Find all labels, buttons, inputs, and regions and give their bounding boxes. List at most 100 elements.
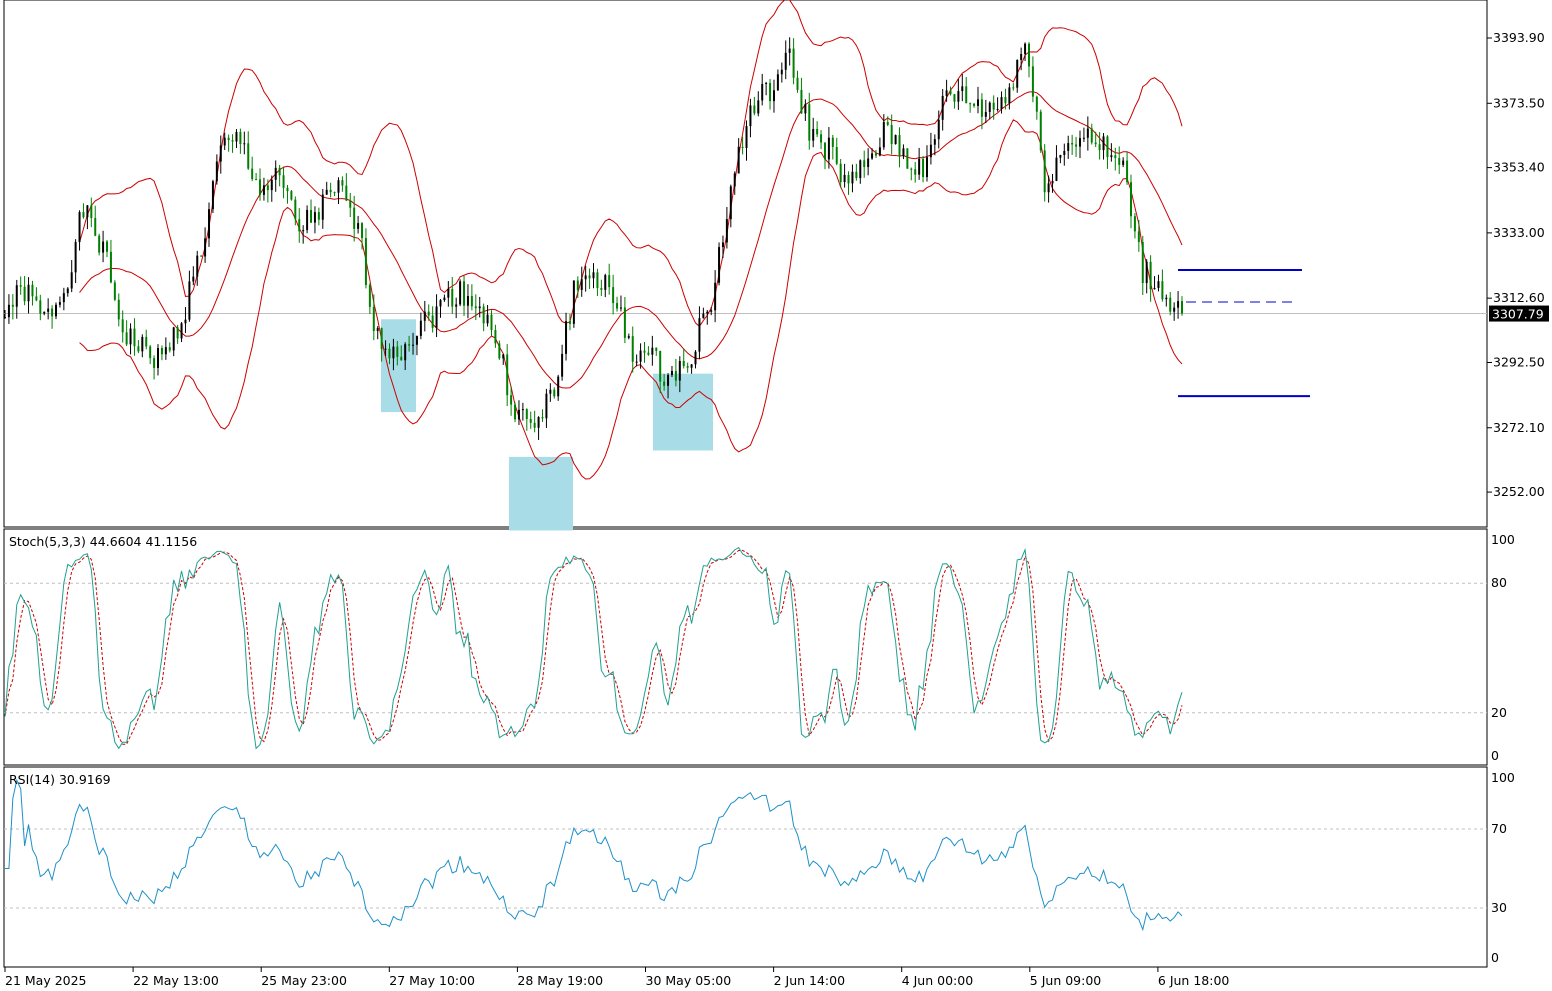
candle-body xyxy=(510,395,513,405)
candle-body xyxy=(223,137,226,146)
candle-body xyxy=(706,311,709,314)
candle-body xyxy=(812,128,815,141)
candle-body xyxy=(180,323,183,339)
candle-body xyxy=(721,242,724,248)
candle-body xyxy=(765,82,768,84)
candle-body xyxy=(1165,297,1168,300)
candle-body xyxy=(823,142,826,160)
candle-body xyxy=(851,171,854,184)
candle-body xyxy=(408,344,411,346)
candle-body xyxy=(1090,128,1093,143)
candle-body xyxy=(772,90,775,102)
candle-body xyxy=(204,238,207,257)
candle-body xyxy=(435,306,438,328)
rsi-tick-label: 30 xyxy=(1491,900,1507,915)
candle-body xyxy=(325,189,328,195)
time-tick-label: 25 May 23:00 xyxy=(261,973,347,988)
price-tick-label: 3353.40 xyxy=(1493,160,1545,175)
candle-body xyxy=(776,74,779,91)
candle-body xyxy=(906,148,909,169)
chart-canvas[interactable]: 3393.90 3373.50 3353.40 3333.00 3312.60 3292.… xyxy=(0,0,1552,991)
candle-body xyxy=(400,356,403,361)
candle-body xyxy=(859,160,862,179)
candle-body xyxy=(361,223,364,239)
candle-body xyxy=(211,181,214,210)
candle-body xyxy=(725,219,728,243)
candle-body xyxy=(596,272,599,289)
candle-body xyxy=(957,91,960,102)
candle-body xyxy=(55,304,58,317)
candle-body xyxy=(525,409,528,419)
candle-body xyxy=(466,296,469,306)
rsi-label: RSI(14) 30.9169 xyxy=(9,772,111,787)
candle-body xyxy=(741,146,744,148)
rsi-panel xyxy=(3,766,1488,968)
candle-body xyxy=(98,235,101,253)
candle-body xyxy=(1004,97,1007,104)
candle-body xyxy=(863,160,866,168)
candle-body xyxy=(1059,154,1062,158)
candle-body xyxy=(663,381,666,386)
support-zone xyxy=(509,456,573,531)
candle-body xyxy=(153,358,156,368)
candle-body xyxy=(306,209,309,231)
candle-body xyxy=(616,303,619,309)
candle-body xyxy=(51,308,54,317)
candle-body xyxy=(1114,155,1117,158)
candle-body xyxy=(816,128,819,135)
candle-body xyxy=(1039,111,1042,151)
candle-body xyxy=(141,336,144,352)
candle-body xyxy=(1122,160,1125,165)
stoch-tick-label: 0 xyxy=(1491,748,1499,763)
candle-body xyxy=(820,134,823,143)
candle-body xyxy=(753,105,756,114)
candle-body xyxy=(1020,54,1023,60)
candle-body xyxy=(70,272,73,289)
candle-body xyxy=(667,374,670,386)
candle-body xyxy=(290,191,293,200)
candle-body xyxy=(584,275,587,280)
candle-body xyxy=(109,251,112,283)
candle-body xyxy=(1012,87,1015,89)
candle-body xyxy=(384,348,387,350)
candle-body xyxy=(431,315,434,328)
candle-body xyxy=(890,124,893,145)
candle-body xyxy=(160,348,163,355)
candle-body xyxy=(368,285,371,307)
candle-body xyxy=(553,389,556,397)
candle-body xyxy=(796,77,799,90)
candle-body xyxy=(580,279,583,290)
candle-body xyxy=(882,122,885,148)
trading-chart[interactable]: 3393.90 3373.50 3353.40 3333.00 3312.60 3292.… xyxy=(0,0,1552,991)
candle-body xyxy=(1133,216,1136,232)
candle-body xyxy=(443,297,446,301)
candle-body xyxy=(651,347,654,355)
time-tick-label: 27 May 10:00 xyxy=(389,973,475,988)
candle-body xyxy=(702,313,705,319)
candle-body xyxy=(168,347,171,351)
candle-body xyxy=(517,409,520,420)
candle-body xyxy=(572,280,575,324)
price-tick-label: 3272.10 xyxy=(1493,420,1545,435)
candle-body xyxy=(62,293,65,303)
candle-body xyxy=(874,153,877,156)
candle-body xyxy=(1051,180,1054,184)
candle-body xyxy=(208,209,211,239)
candle-body xyxy=(871,153,874,159)
candle-body xyxy=(27,284,30,302)
candle-body xyxy=(117,299,120,320)
rsi-line xyxy=(5,778,1183,932)
candle-body xyxy=(945,90,948,96)
candle-body xyxy=(1086,128,1089,138)
candle-body xyxy=(255,179,258,181)
candle-body xyxy=(694,351,697,365)
candle-body xyxy=(90,205,93,219)
candle-body xyxy=(925,157,928,178)
candle-body xyxy=(82,212,85,218)
price-tick-label: 3252.00 xyxy=(1493,484,1545,499)
candle-body xyxy=(804,104,807,114)
candle-body xyxy=(231,140,234,142)
support-zone xyxy=(381,319,416,413)
candle-body xyxy=(965,86,968,104)
candle-body xyxy=(670,370,673,375)
